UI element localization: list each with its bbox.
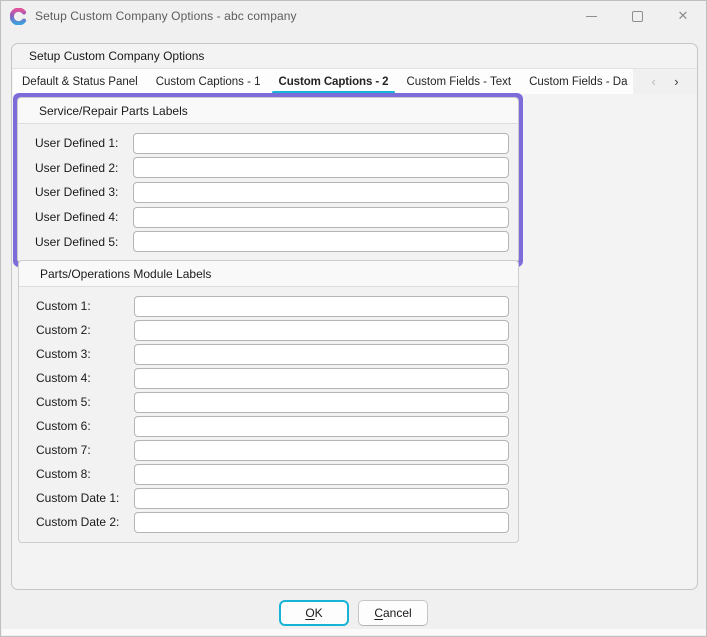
form-row: Custom 3: — [29, 342, 509, 366]
tab-scroller: ‹ › — [633, 69, 697, 94]
user-defined-4-input[interactable] — [133, 207, 509, 228]
form-row: Custom 8: — [29, 462, 509, 486]
field-label: User Defined 3: — [28, 185, 133, 199]
tab-custom-fields-date[interactable]: Custom Fields - Da — [520, 69, 630, 94]
form-row: User Defined 3: — [28, 180, 509, 205]
minimize-button[interactable] — [568, 1, 614, 31]
form-row: Custom 1: — [29, 294, 509, 318]
panel-title: Setup Custom Company Options — [12, 44, 697, 69]
user-defined-1-input[interactable] — [133, 133, 509, 154]
group-service-repair-parts-labels: Service/Repair Parts Labels User Defined… — [17, 97, 519, 263]
tab-custom-captions-2[interactable]: Custom Captions - 2 — [270, 69, 398, 94]
highlight-outline: Service/Repair Parts Labels User Defined… — [13, 93, 523, 267]
form-row: User Defined 2: — [28, 156, 509, 181]
custom-date-1-input[interactable] — [134, 488, 509, 509]
user-defined-2-input[interactable] — [133, 157, 509, 178]
field-label: Custom Date 2: — [29, 515, 134, 529]
tab-scroll-right-icon[interactable]: › — [674, 75, 678, 88]
field-label: Custom 6: — [29, 419, 134, 433]
field-label: User Defined 5: — [28, 235, 133, 249]
custom-6-input[interactable] — [134, 416, 509, 437]
close-button[interactable]: ✕ — [660, 1, 706, 31]
form-row: Custom 4: — [29, 366, 509, 390]
tab-default-status-panel[interactable]: Default & Status Panel — [13, 69, 147, 94]
field-label: Custom 1: — [29, 299, 134, 313]
options-panel: Setup Custom Company Options Default & S… — [11, 43, 698, 590]
maximize-icon — [632, 11, 643, 22]
custom-date-2-input[interactable] — [134, 512, 509, 533]
form-row: User Defined 4: — [28, 205, 509, 230]
ok-button[interactable]: OK — [279, 600, 349, 626]
user-defined-3-input[interactable] — [133, 182, 509, 203]
group-rows: User Defined 1: User Defined 2: User Def… — [18, 124, 518, 262]
window-title: Setup Custom Company Options - abc compa… — [35, 9, 297, 23]
field-label: Custom 7: — [29, 443, 134, 457]
custom-7-input[interactable] — [134, 440, 509, 461]
field-label: User Defined 2: — [28, 161, 133, 175]
custom-4-input[interactable] — [134, 368, 509, 389]
field-label: Custom 5: — [29, 395, 134, 409]
form-row: Custom 5: — [29, 390, 509, 414]
tab-scroll-left-icon[interactable]: ‹ — [651, 75, 655, 88]
custom-1-input[interactable] — [134, 296, 509, 317]
field-label: Custom 3: — [29, 347, 134, 361]
group-title: Parts/Operations Module Labels — [19, 261, 518, 287]
custom-2-input[interactable] — [134, 320, 509, 341]
tab-custom-fields-text[interactable]: Custom Fields - Text — [397, 69, 520, 94]
titlebar: Setup Custom Company Options - abc compa… — [1, 1, 706, 31]
tab-custom-captions-1[interactable]: Custom Captions - 1 — [147, 69, 270, 94]
field-label: Custom 2: — [29, 323, 134, 337]
custom-3-input[interactable] — [134, 344, 509, 365]
cancel-button[interactable]: Cancel — [358, 600, 428, 626]
close-icon: ✕ — [678, 8, 689, 24]
form-row: Custom Date 1: — [29, 486, 509, 510]
form-row: Custom 2: — [29, 318, 509, 342]
group-title: Service/Repair Parts Labels — [18, 98, 518, 124]
form-row: Custom 6: — [29, 414, 509, 438]
user-defined-5-input[interactable] — [133, 231, 509, 252]
maximize-button[interactable] — [614, 1, 660, 31]
group-rows: Custom 1: Custom 2: Custom 3: Custom 4: … — [19, 287, 518, 542]
field-label: User Defined 1: — [28, 136, 133, 150]
field-label: User Defined 4: — [28, 210, 133, 224]
form-row: Custom Date 2: — [29, 510, 509, 534]
field-label: Custom Date 1: — [29, 491, 134, 505]
app-logo-icon — [10, 8, 27, 25]
minimize-icon — [586, 16, 597, 17]
custom-5-input[interactable] — [134, 392, 509, 413]
dialog-window: Setup Custom Company Options - abc compa… — [0, 0, 707, 637]
custom-8-input[interactable] — [134, 464, 509, 485]
dialog-footer: OK Cancel — [1, 600, 706, 626]
field-label: Custom 8: — [29, 467, 134, 481]
form-row: User Defined 1: — [28, 131, 509, 156]
form-row: Custom 7: — [29, 438, 509, 462]
window-bottom-edge — [2, 629, 707, 635]
form-row: User Defined 5: — [28, 229, 509, 254]
group-parts-operations-module-labels: Parts/Operations Module Labels Custom 1:… — [18, 260, 519, 543]
tab-strip: Default & Status Panel Custom Captions -… — [13, 69, 697, 94]
window-controls: ✕ — [568, 1, 706, 31]
field-label: Custom 4: — [29, 371, 134, 385]
